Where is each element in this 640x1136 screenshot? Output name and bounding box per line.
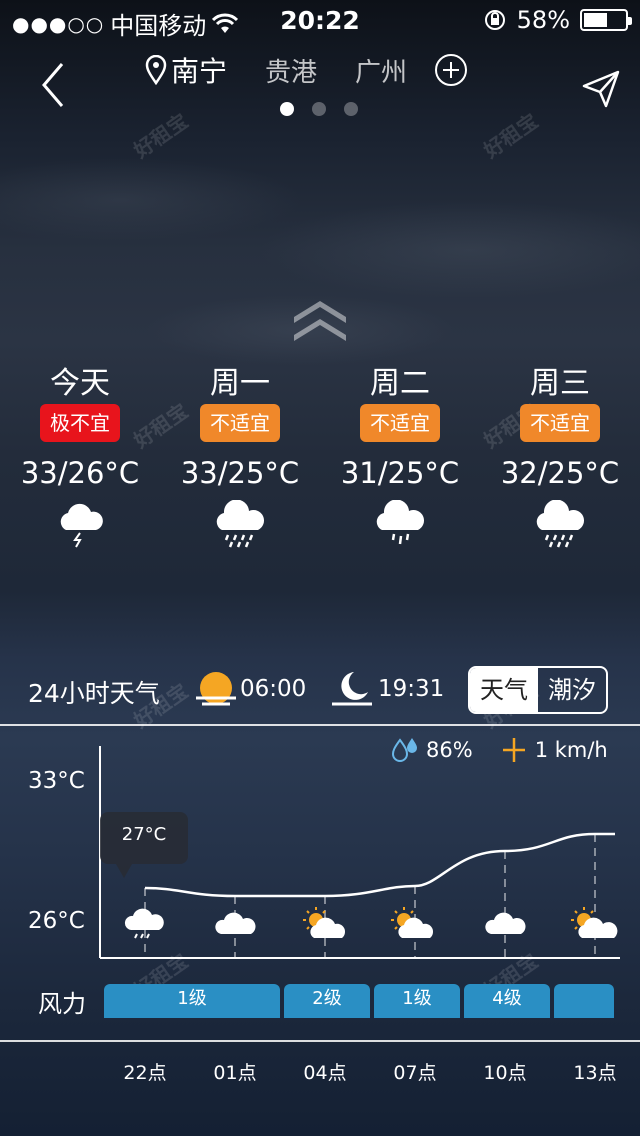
- forecast-day[interactable]: 周一 不适宜 33/25°C: [160, 340, 320, 570]
- cloudy-icon: [485, 912, 526, 934]
- hourly-header: 24小时天气 06:00 19:31 天气 潮汐: [0, 654, 640, 724]
- day-label: 今天: [50, 366, 110, 401]
- hour-label: 13点: [573, 1062, 617, 1084]
- daily-forecast: 今天 极不宜 33/26°C 周一 不适宜 33/25°C 周二 不适宜 31/…: [0, 340, 640, 570]
- rain-cloud-icon: [536, 499, 585, 548]
- status-bar: ●●●○○ 中国移动 20:22 58%: [0, 0, 640, 40]
- tab-weather[interactable]: 天气: [470, 668, 538, 712]
- day-label: 周三: [530, 366, 590, 401]
- page-dot: [280, 102, 294, 116]
- wind-level-segment: 1级: [104, 984, 280, 1018]
- hour-label: 04点: [303, 1062, 347, 1084]
- temperature-tooltip: 27°C: [100, 812, 188, 878]
- wind-force-row: 风力 1级 2级 1级 4级: [0, 982, 640, 1020]
- share-send-icon[interactable]: [580, 68, 622, 110]
- temp-range: 33/26°C: [20, 456, 140, 490]
- activity-badge: 极不宜: [40, 404, 120, 442]
- status-right: 58%: [483, 6, 632, 34]
- hourly-title: 24小时天气: [28, 679, 160, 708]
- light-rain-cloud-icon: [376, 499, 425, 545]
- weather-tide-toggle: 天气 潮汐: [468, 666, 608, 714]
- hour-label: 07点: [393, 1062, 437, 1084]
- sunrise-time: 06:00: [240, 676, 307, 702]
- rain-cloud-icon: [216, 499, 265, 548]
- day-label: 周二: [370, 366, 430, 401]
- hour-labels: 22点 01点 04点 07点 10点 13点: [0, 1054, 640, 1088]
- battery-icon: [580, 9, 632, 31]
- wind-level-segment: 2级: [284, 984, 370, 1018]
- activity-badge: 不适宜: [360, 404, 440, 442]
- activity-badge: 不适宜: [520, 404, 600, 442]
- temperature-line: [144, 832, 615, 898]
- top-nav: 南宁 贵港 广州: [0, 40, 640, 120]
- page-dot: [344, 102, 358, 116]
- city-tab-active[interactable]: 南宁: [145, 50, 227, 90]
- forecast-day[interactable]: 周三 不适宜 32/25°C: [480, 340, 640, 570]
- divider: [0, 1040, 640, 1042]
- city-name: 南宁: [171, 55, 228, 88]
- day-label: 周一: [210, 366, 270, 401]
- add-city-icon[interactable]: [435, 54, 468, 86]
- hour-label: 01点: [213, 1062, 257, 1084]
- sunrise-icon: [196, 672, 236, 706]
- page-indicator: [280, 102, 358, 116]
- cloudy-icon: [215, 912, 256, 934]
- temp-range: 31/25°C: [340, 456, 460, 490]
- temp-range: 32/25°C: [500, 456, 620, 490]
- activity-badge: 不适宜: [200, 404, 280, 442]
- city-tab[interactable]: 贵港: [265, 52, 317, 89]
- hourly-chart: 86% 1 km/h 33°C 26°C 27°C 风力 1级 2级 1级 4级: [0, 726, 640, 1040]
- hour-label: 10点: [483, 1062, 527, 1084]
- partly-sunny-icon: [391, 907, 434, 938]
- thunderstorm-cloud-icon: [60, 503, 103, 548]
- partly-sunny-icon: [303, 907, 346, 938]
- battery-percent: 58%: [516, 6, 570, 34]
- forecast-day[interactable]: 今天 极不宜 33/26°C: [0, 340, 160, 570]
- sunset-time: 19:31: [378, 676, 445, 702]
- location-pin-icon: [145, 55, 167, 85]
- wind-level-segment: [554, 984, 614, 1018]
- expand-up-icon[interactable]: [290, 295, 350, 345]
- city-tab[interactable]: 广州: [355, 52, 407, 89]
- hour-label: 22点: [123, 1062, 167, 1084]
- wind-level-segment: 1级: [374, 984, 460, 1018]
- back-arrow-icon[interactable]: [36, 60, 70, 110]
- city-tabs: 南宁 贵港 广州: [145, 50, 468, 90]
- wind-label: 风力: [38, 990, 86, 1018]
- temp-range: 33/25°C: [180, 456, 300, 490]
- moon-sunset-icon: [332, 672, 372, 706]
- page-dot: [312, 102, 326, 116]
- wind-level-segment: 4级: [464, 984, 550, 1018]
- tab-tide[interactable]: 潮汐: [538, 668, 606, 712]
- temperature-curve-chart: [99, 746, 620, 959]
- forecast-day[interactable]: 周二 不适宜 31/25°C: [320, 340, 480, 570]
- rotation-lock-icon: [484, 10, 505, 30]
